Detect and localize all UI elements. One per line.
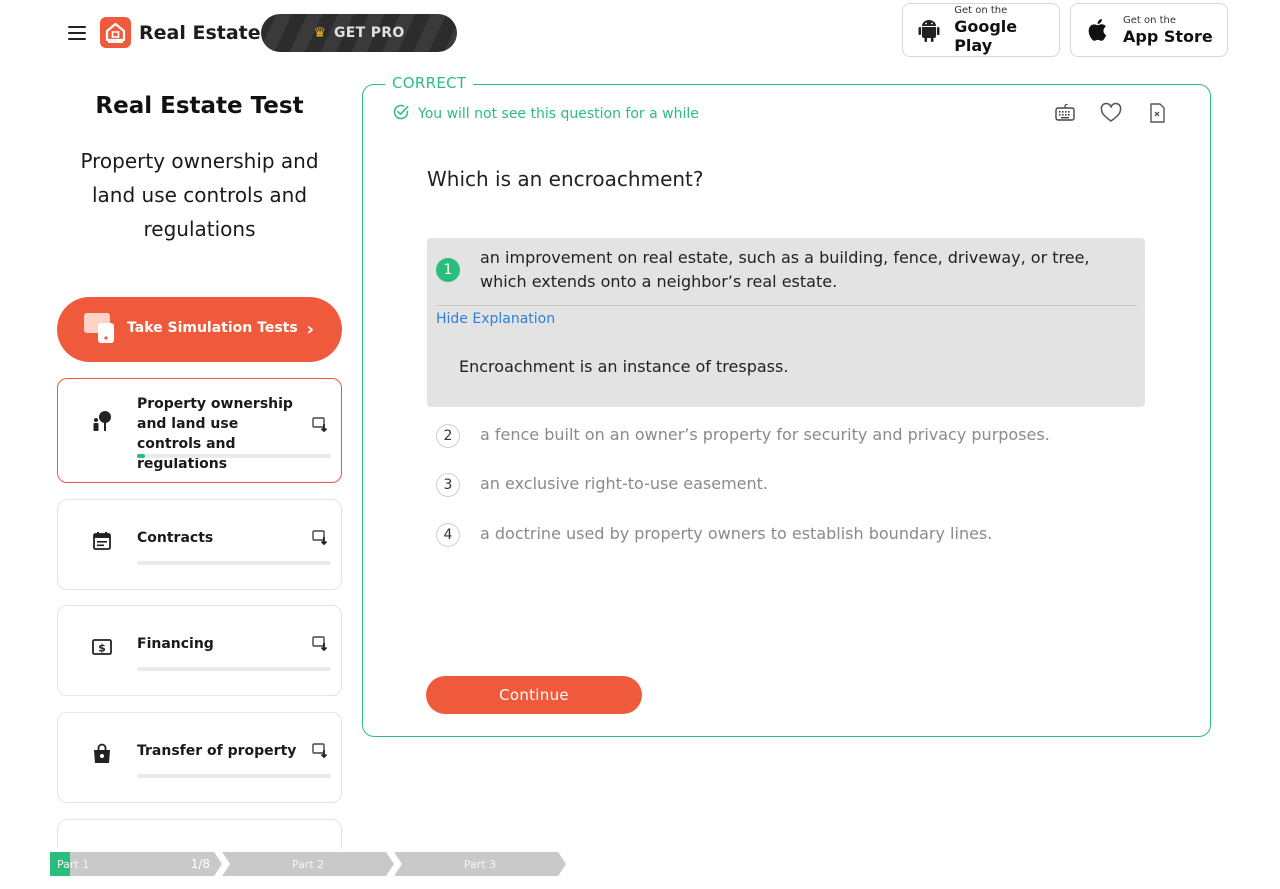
android-icon — [903, 18, 954, 42]
part-2-label: Part 2 — [291, 857, 325, 871]
hamburger-menu-icon[interactable] — [66, 22, 88, 42]
question-text: Which is an encroachment? — [427, 167, 704, 191]
sidebar-title: Real Estate Test — [95, 93, 304, 119]
google-play-big-text: Google Play — [954, 17, 1018, 55]
topic-progress-bar — [137, 454, 331, 458]
topic-card-contracts[interactable]: Contracts — [57, 499, 342, 590]
part-3-label: Part 3 — [463, 857, 497, 871]
topic-label: Financing — [137, 636, 214, 652]
part-1-count: 1/8 — [190, 857, 210, 871]
apple-icon — [1071, 18, 1123, 42]
download-icon[interactable] — [311, 742, 329, 760]
topic-progress-fill — [137, 454, 145, 458]
topic-card-financing[interactable]: $ Financing — [57, 605, 342, 696]
answer-option-4[interactable]: a doctrine used by property owners to es… — [480, 524, 992, 543]
part-1-label: Part 1 — [57, 857, 90, 871]
topic-label: Property ownership and land use controls… — [137, 396, 293, 472]
simulation-button-label: Take Simulation Tests — [127, 320, 298, 336]
answer-number-3[interactable]: 3 — [436, 473, 460, 497]
app-store-button[interactable]: Get on the App Store — [1070, 3, 1228, 57]
heart-icon[interactable] — [1099, 101, 1123, 125]
topic-progress-bar — [137, 774, 331, 778]
answer-option-2[interactable]: a fence built on an owner’s property for… — [480, 425, 1050, 444]
check-circle-icon — [392, 103, 410, 125]
answer-option-1-text: an improvement on real estate, such as a… — [480, 248, 1090, 291]
parts-progress-bar: Part 1 1/8 Part 2 Part 3 — [50, 852, 570, 876]
get-pro-label: GET PRO — [334, 25, 405, 41]
topic-progress-bar — [137, 561, 331, 565]
answer-number-4[interactable]: 4 — [436, 523, 460, 547]
explanation-divider — [436, 305, 1137, 306]
status-message: You will not see this question for a whi… — [392, 103, 699, 125]
google-play-button[interactable]: Get on the Google Play — [902, 3, 1060, 57]
continue-button[interactable]: Continue — [426, 676, 642, 714]
sidebar-subtitle: Property ownership and land use controls… — [80, 149, 319, 241]
explanation-text: Encroachment is an instance of trespass. — [459, 357, 789, 376]
tree-person-icon — [90, 409, 114, 433]
brand-logo[interactable]: Real Estate — [100, 17, 261, 48]
topic-label: Contracts — [137, 530, 214, 546]
answer-option-3[interactable]: an exclusive right-to-use easement. — [480, 474, 768, 493]
app-store-big-text: App Store — [1123, 26, 1213, 46]
answer-number-1: 1 — [436, 258, 460, 282]
keyboard-icon[interactable] — [1053, 101, 1077, 125]
download-icon[interactable] — [311, 635, 329, 653]
answer-number-2[interactable]: 2 — [436, 424, 460, 448]
status-message-text: You will not see this question for a whi… — [418, 106, 699, 122]
calendar-icon — [90, 529, 114, 553]
dollar-bill-icon: $ — [90, 635, 114, 659]
crown-icon: ♛ — [313, 25, 327, 41]
top-header: Real Estate ♛ GET PRO Get on the Google … — [0, 0, 1280, 66]
part-3-segment[interactable]: Part 3 — [394, 852, 566, 876]
download-icon[interactable] — [311, 529, 329, 547]
answer-status-label: CORRECT — [385, 74, 474, 92]
part-2-segment[interactable]: Part 2 — [222, 852, 394, 876]
topic-label: Transfer of property — [137, 743, 297, 759]
house-logo-icon — [100, 17, 131, 48]
part-1-segment[interactable]: Part 1 1/8 — [50, 852, 222, 876]
brand-name: Real Estate — [139, 21, 261, 44]
hide-explanation-link[interactable]: Hide Explanation — [436, 311, 555, 327]
topic-card-property-ownership[interactable]: Property ownership and land use controls… — [57, 378, 342, 483]
devices-icon — [83, 312, 115, 344]
shopping-bag-icon — [90, 742, 114, 766]
topic-card-partial[interactable] — [57, 819, 342, 849]
topic-progress-bar — [137, 667, 331, 671]
google-play-small-text: Get on the — [954, 5, 1008, 16]
svg-text:$: $ — [98, 642, 106, 655]
take-simulation-tests-button[interactable]: Take Simulation Tests › — [57, 297, 342, 362]
report-file-icon[interactable] — [1145, 101, 1169, 125]
get-pro-button[interactable]: ♛ GET PRO — [261, 14, 457, 52]
topic-card-transfer-of-property[interactable]: Transfer of property — [57, 712, 342, 803]
chevron-right-icon: › — [306, 319, 314, 340]
app-store-small-text: Get on the — [1123, 14, 1177, 26]
download-icon[interactable] — [311, 416, 329, 434]
